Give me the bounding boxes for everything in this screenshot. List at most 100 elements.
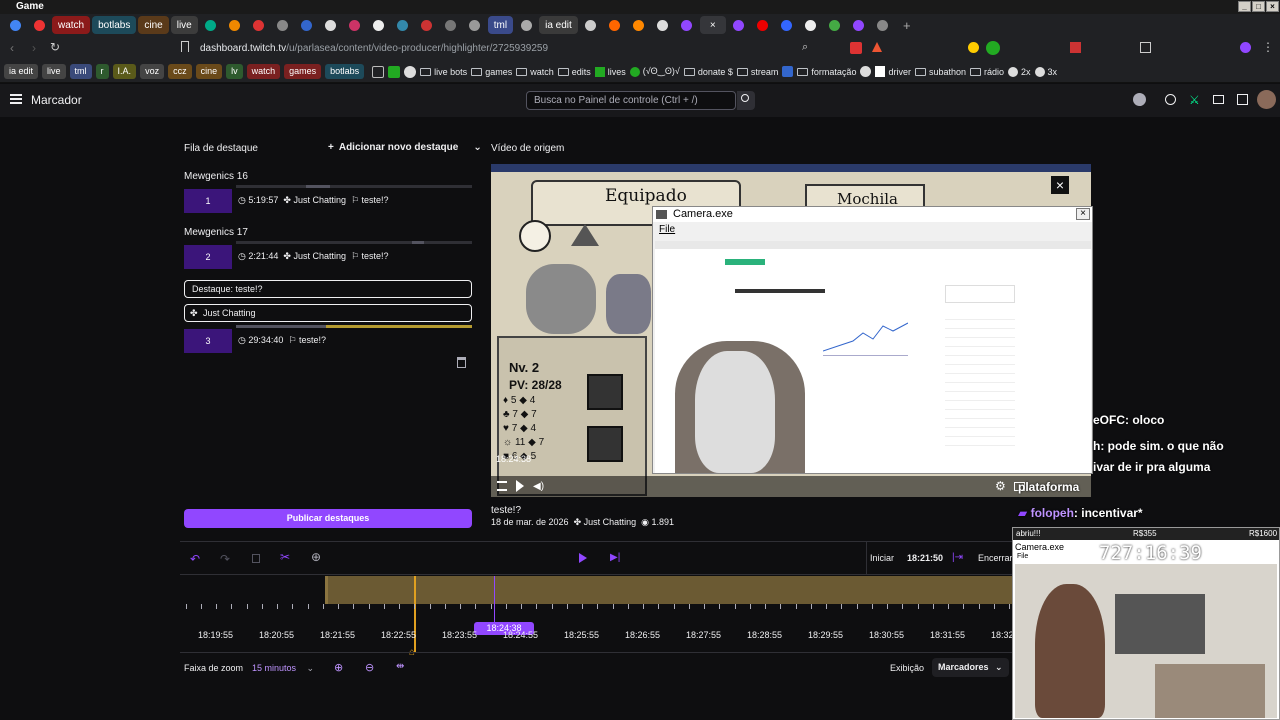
zoom-in-icon[interactable]: ⊕ [334,661,343,674]
close-button[interactable]: × [1266,1,1279,12]
bookmark-face[interactable]: (√ʘ‿ʘ)√ [629,66,680,77]
bookmark-icon-blue[interactable] [782,66,794,77]
tab-icon-7[interactable] [296,16,318,34]
tab-cine[interactable]: cine [138,16,169,34]
tab-icon-24[interactable] [800,16,822,34]
tab-icon-18[interactable] [628,16,650,34]
bookmark-chip-ccz[interactable]: ccz [168,64,192,79]
grid-icon[interactable] [372,65,385,78]
bookmark-2x[interactable]: 2x [1008,66,1031,77]
bookmark-icon-circle[interactable] [860,66,872,77]
zoom-out-icon[interactable]: ⊖ [365,661,374,674]
chapters-icon[interactable] [497,481,507,491]
bookmark-games[interactable]: games [471,67,512,77]
tab-icon-1[interactable] [4,16,26,34]
highlight-row-3[interactable]: 3 ◷ 29:34:40 ⚐ teste!? [184,325,472,353]
tab-icon-3[interactable] [200,16,222,34]
mod-sword-icon[interactable]: ⚔ [1189,93,1200,107]
tab-icon-11[interactable] [392,16,414,34]
bookmark-chip-tml[interactable]: tml [69,64,92,79]
bookmark-chip-lv[interactable]: lv [226,64,243,79]
timeline-play-icon[interactable] [579,553,587,563]
add-highlight-button[interactable]: + Adicionar novo destaque ⌄ [328,142,482,153]
display-select[interactable]: Marcadores ⌄ [932,658,1009,677]
highlight-row-2[interactable]: 2 ◷ 2:21:44 ✤ Just Chatting ⚐ teste!? [184,241,472,269]
hamburger-menu-icon[interactable] [10,94,22,104]
trash-icon[interactable] [457,357,466,368]
bookmark-driver[interactable]: driver [875,66,911,77]
active-tab-close[interactable]: × [699,16,726,34]
redo-icon[interactable]: ↷ [220,552,230,566]
tab-icon-26[interactable] [848,16,870,34]
tab-icon-21[interactable] [728,16,750,34]
bookmark-chip-ia-edit[interactable]: ia edit [4,64,39,79]
bookmark-chip-live[interactable]: live [42,64,66,79]
tab-icon-2[interactable] [28,16,50,34]
new-tab-icon[interactable]: + [896,16,918,34]
tab-icon-17[interactable] [604,16,626,34]
volume-icon[interactable]: ◀) [533,481,544,492]
extension-icon-2[interactable] [1070,42,1081,53]
bookmark-chip-voz[interactable]: voz [140,64,165,79]
tab-ia-edit[interactable]: ia edit [539,16,578,34]
tab-tml[interactable]: tml [487,16,514,34]
help-icon[interactable] [1165,94,1176,105]
tab-icon-22[interactable] [752,16,774,34]
bookmark-live-bots[interactable]: live bots [420,67,467,77]
category-field[interactable]: ✤ Just Chatting [184,304,472,322]
tab-live[interactable]: live [170,16,198,34]
play-icon[interactable] [516,480,524,492]
bookmark-watch[interactable]: watch [516,67,554,77]
tab-icon-10[interactable] [368,16,390,34]
tab-icon-14[interactable] [464,16,486,34]
tab-icon-23[interactable] [776,16,798,34]
bookmark-lives[interactable]: lives [594,66,626,77]
back-icon[interactable]: ‹ [10,41,14,55]
bookmark-formatacao[interactable]: formatação [797,67,856,77]
url-field[interactable]: dashboard.twitch.tv/u/parlasea/content/v… [200,40,900,57]
bookmark-chip-games[interactable]: games [284,64,322,79]
skip-end-icon[interactable]: ▶| [610,552,620,563]
zoom-select[interactable]: 15 minutos ⌄ [252,663,314,674]
publish-highlights-button[interactable]: Publicar destaques [184,509,472,528]
bookmark-chip-watch[interactable]: watch [246,64,281,79]
minimize-button[interactable]: _ [1238,1,1251,12]
extension-icon-1[interactable] [968,42,979,53]
tab-icon-8[interactable] [320,16,342,34]
avatar[interactable] [1257,90,1276,109]
bookmark-radio[interactable]: rádio [970,67,1004,77]
tab-watch[interactable]: watch [52,16,91,34]
add-circle-icon[interactable]: ⊕ [311,550,321,564]
tab-icon-4[interactable] [224,16,246,34]
tab-icon-13[interactable] [440,16,462,34]
fit-icon[interactable]: ⇹ [396,661,404,672]
tab-icon-15[interactable] [515,16,537,34]
forward-icon[interactable]: › [32,41,36,55]
camera-close-button[interactable]: × [1076,208,1090,220]
tab-botlabs[interactable]: botlabs [92,16,137,34]
tab-icon-5[interactable] [248,16,270,34]
bookmark-chip-botlabs[interactable]: botlabs [325,64,365,79]
highlight-title-field[interactable]: Destaque: teste!? [184,280,472,298]
extension-icon-brave[interactable] [850,42,862,54]
bookmark-chip-cine[interactable]: cine [195,64,223,79]
tab-icon-6[interactable] [272,16,294,34]
bookmark-icon[interactable] [181,41,189,52]
scissors-icon[interactable]: ✂ [280,550,290,564]
highlight-row-1[interactable]: 1 ◷ 5:19:57 ✤ Just Chatting ⚐ teste!? [184,185,472,213]
reload-icon[interactable]: ↻ [50,40,60,54]
menu-dots-icon[interactable]: ⋮ [1262,40,1274,54]
bookmark-3x[interactable]: 3x [1034,66,1057,77]
whispers-icon[interactable] [1237,94,1248,105]
tab-icon-19[interactable] [652,16,674,34]
community-icon[interactable] [1133,93,1146,106]
bookmark-chip-ia[interactable]: I.A. [112,64,137,79]
set-start-icon[interactable]: |⇥ [952,552,963,563]
tab-icon-12[interactable] [416,16,438,34]
bookmark-icon-white[interactable] [404,65,417,78]
tab-icon-9[interactable] [344,16,366,34]
bookmark-stream[interactable]: stream [736,67,778,77]
camera-menu-file[interactable]: File [659,224,675,235]
bookmark-donate[interactable]: donate $ [683,67,733,77]
highlight-clip-range[interactable] [325,576,1012,604]
